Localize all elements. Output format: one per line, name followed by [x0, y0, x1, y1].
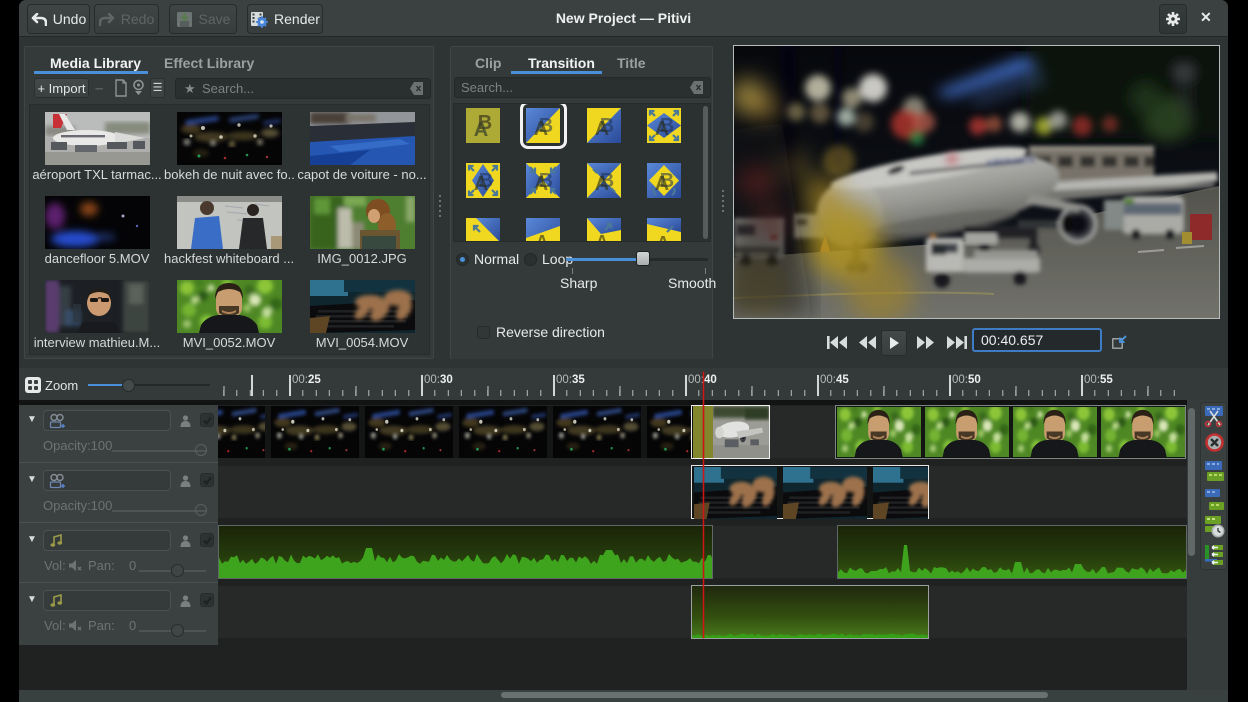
svg-text:A: A: [474, 119, 488, 141]
svg-text:A: A: [596, 232, 609, 242]
svg-text:A: A: [595, 173, 609, 195]
svg-text:A: A: [474, 173, 488, 195]
svg-text:A: A: [534, 118, 548, 140]
svg-text:A: A: [655, 118, 669, 140]
svg-text:A: A: [536, 232, 549, 242]
svg-text:A: A: [655, 173, 669, 195]
svg-text:A: A: [595, 118, 609, 140]
svg-text:A: A: [657, 233, 670, 242]
